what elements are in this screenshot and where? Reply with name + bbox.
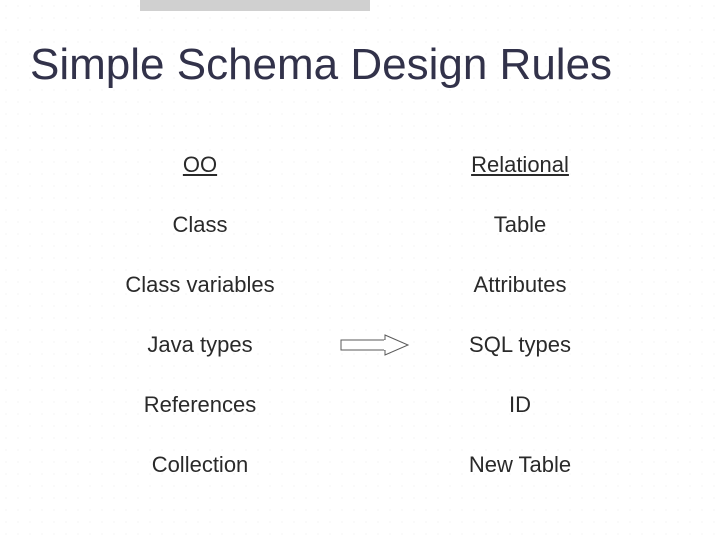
cell-oo: References [40, 392, 360, 418]
table-row: Class Table [40, 195, 680, 255]
mapping-table: OO Relational Class Table Class variable… [40, 135, 680, 495]
table-row: References ID [40, 375, 680, 435]
cell-oo: Class [40, 212, 360, 238]
table-header-row: OO Relational [40, 135, 680, 195]
page-title: Simple Schema Design Rules [30, 40, 612, 90]
table-row: Java types SQL types [40, 315, 680, 375]
cell-relational: New Table [360, 452, 680, 478]
cell-oo: Java types [40, 332, 360, 358]
cell-oo: Class variables [40, 272, 360, 298]
table-row: Class variables Attributes [40, 255, 680, 315]
cell-oo: Collection [40, 452, 360, 478]
cell-relational: Table [360, 212, 680, 238]
cell-relational: ID [360, 392, 680, 418]
arrow-icon [340, 333, 410, 357]
table-row: Collection New Table [40, 435, 680, 495]
cell-relational: Attributes [360, 272, 680, 298]
column-header-relational: Relational [360, 152, 680, 178]
column-header-oo: OO [40, 152, 360, 178]
decorative-top-bar [140, 0, 370, 11]
